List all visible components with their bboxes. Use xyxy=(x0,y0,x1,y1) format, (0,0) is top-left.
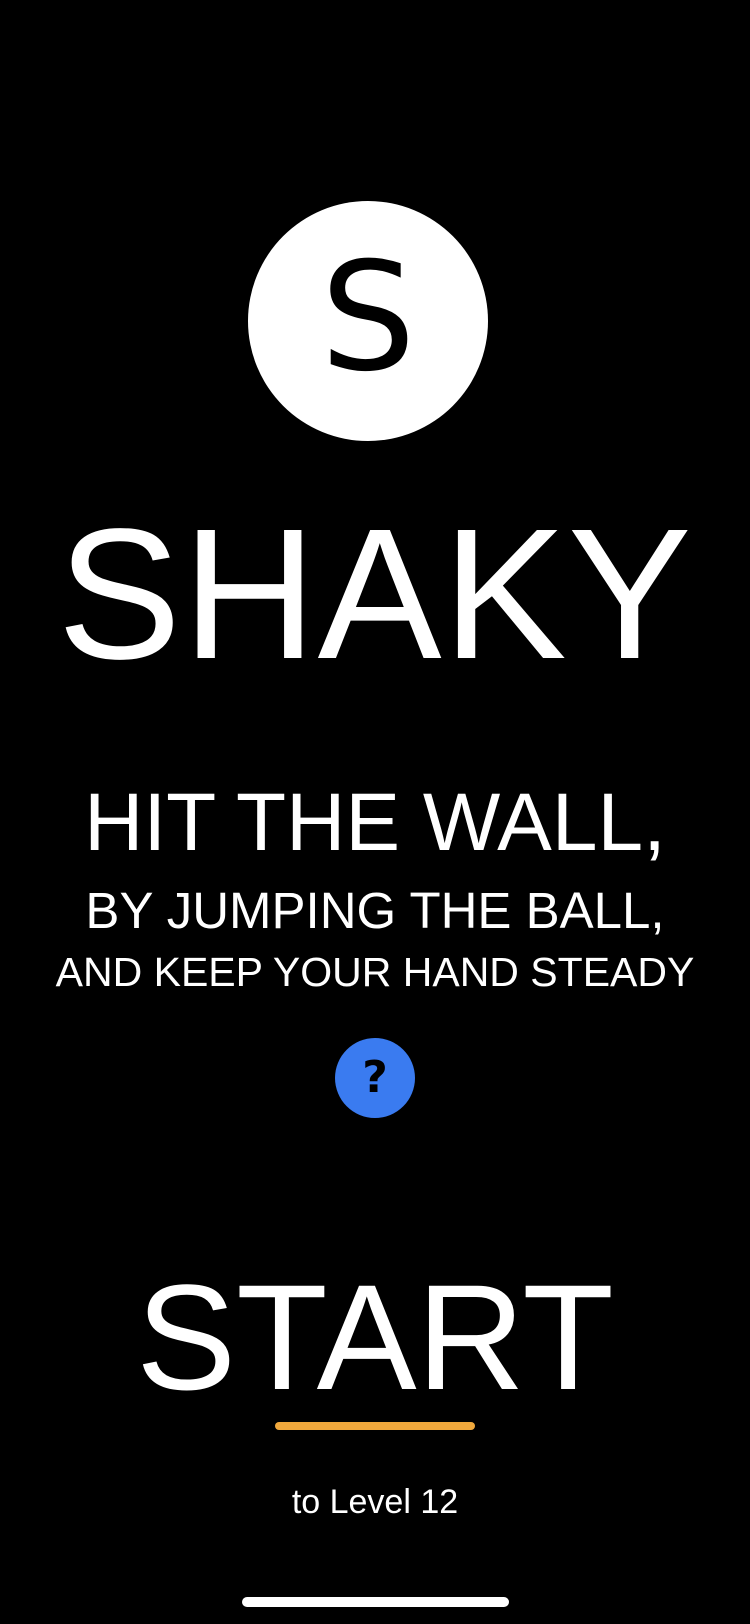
home-indicator[interactable] xyxy=(242,1597,509,1607)
start-button[interactable]: START xyxy=(0,1262,750,1412)
logo-letter: S xyxy=(320,231,416,405)
tagline-line-1: HIT THE WALL, xyxy=(84,777,666,868)
tagline-line-2: BY JUMPING THE BALL, xyxy=(85,882,665,939)
tagline-line-3: AND KEEP YOUR HAND STEADY xyxy=(55,949,695,995)
question-mark-icon: ? xyxy=(362,1052,388,1103)
level-label: to Level 12 xyxy=(291,1483,459,1521)
help-button[interactable]: ? xyxy=(335,1038,415,1118)
game-title: SHAKY xyxy=(57,491,693,698)
app-logo: S xyxy=(248,201,488,441)
start-underline xyxy=(275,1422,475,1430)
